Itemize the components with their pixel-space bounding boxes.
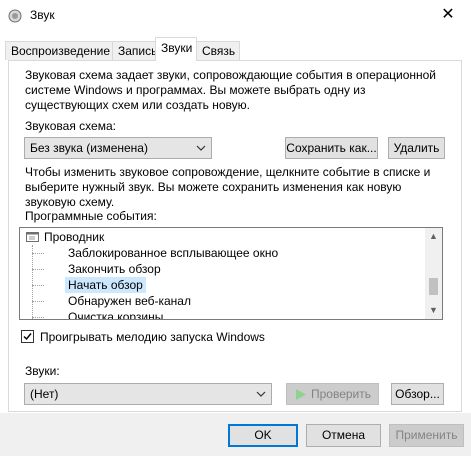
group-label: Проводник — [44, 230, 105, 244]
events-label: Программные события: — [25, 209, 157, 223]
window-title: Звук — [30, 8, 55, 22]
test-button[interactable]: Проверить — [286, 383, 379, 405]
test-label: Проверить — [311, 387, 372, 401]
list-item-selected[interactable]: Начать обзор — [32, 277, 146, 293]
apply-button[interactable]: Применить — [389, 424, 464, 447]
tab-communications[interactable]: Связь — [196, 41, 240, 60]
title-bar: Звук ✕ — [0, 0, 471, 31]
startup-sound-label[interactable]: Проигрывать мелодию запуска Windows — [40, 330, 265, 345]
speaker-icon — [8, 9, 22, 23]
cancel-button[interactable]: Отмена — [306, 424, 381, 447]
close-icon: ✕ — [441, 6, 455, 23]
ok-button[interactable]: OK — [228, 424, 298, 447]
scroll-thumb[interactable] — [429, 278, 438, 295]
delete-button[interactable]: Удалить — [388, 137, 445, 159]
play-icon — [296, 389, 306, 400]
events-instructions: Чтобы изменить звуковое сопровождение, щ… — [25, 165, 431, 209]
list-scrollbar[interactable]: ▲ ▼ — [425, 228, 442, 319]
chevron-down-icon — [196, 145, 206, 151]
close-button[interactable]: ✕ — [425, 0, 471, 31]
list-item[interactable]: Обнаружен веб-канал — [32, 293, 191, 309]
sound-combobox[interactable]: (Нет) — [24, 383, 272, 405]
browse-button[interactable]: Обзор... — [391, 383, 444, 405]
tab-playback[interactable]: Воспроизведение — [5, 41, 113, 60]
list-item[interactable]: Очистка корзины — [32, 309, 163, 319]
scroll-down-icon[interactable]: ▼ — [425, 302, 442, 319]
window-icon — [26, 232, 39, 242]
sound-value: (Нет) — [30, 387, 59, 401]
list-item[interactable]: Закончить обзор — [32, 261, 161, 277]
save-as-button[interactable]: Сохранить как... — [285, 137, 378, 159]
checkmark-icon — [23, 333, 32, 341]
sounds-label: Звуки: — [25, 364, 60, 378]
scheme-description: Звуковая схема задает звуки, сопровождаю… — [25, 68, 436, 112]
tab-recording[interactable]: Запись — [112, 41, 157, 60]
list-item[interactable]: Заблокированное всплывающее окно — [32, 245, 278, 261]
scroll-up-icon[interactable]: ▲ — [425, 228, 442, 245]
chevron-down-icon — [256, 391, 266, 397]
scheme-value: Без звука (изменена) — [30, 141, 148, 155]
scheme-label: Звуковая схема: — [25, 119, 116, 133]
program-events-list[interactable]: Проводник Заблокированное всплывающее ок… — [19, 227, 443, 320]
tab-sounds[interactable]: Звуки — [155, 37, 197, 61]
startup-sound-checkbox[interactable] — [21, 330, 34, 343]
scheme-combobox[interactable]: Без звука (изменена) — [24, 137, 212, 159]
